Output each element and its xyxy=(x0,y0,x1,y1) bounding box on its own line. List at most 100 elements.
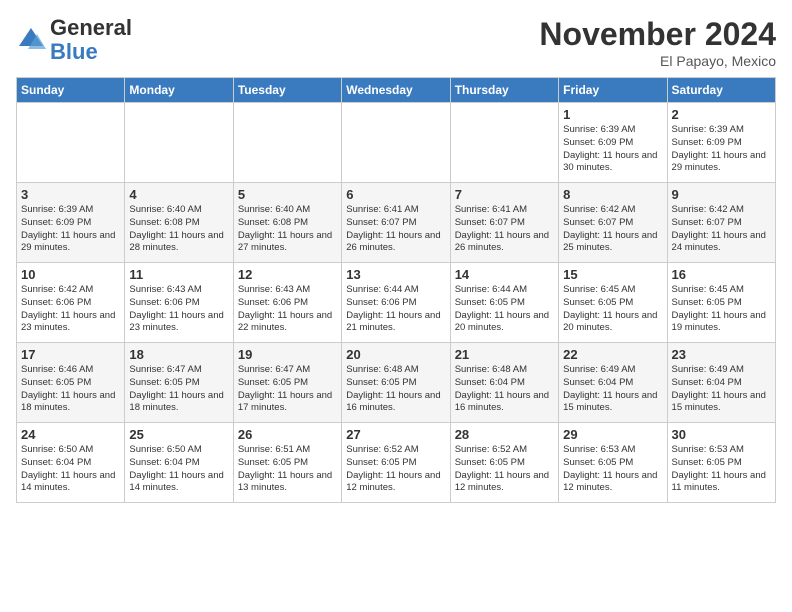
calendar-day: 14 Sunrise: 6:44 AM Sunset: 6:05 PM Dayli… xyxy=(450,263,558,343)
day-header-thursday: Thursday xyxy=(450,78,558,103)
calendar-day: 5 Sunrise: 6:40 AM Sunset: 6:08 PM Daylig… xyxy=(233,183,341,263)
day-info: Sunrise: 6:52 AM Sunset: 6:05 PM Dayligh… xyxy=(455,444,554,495)
calendar-day: 24 Sunrise: 6:50 AM Sunset: 6:04 PM Dayli… xyxy=(17,423,125,503)
calendar-day: 6 Sunrise: 6:41 AM Sunset: 6:07 PM Daylig… xyxy=(342,183,450,263)
day-number: 5 xyxy=(238,187,337,202)
day-number: 26 xyxy=(238,427,337,442)
calendar-day: 1 Sunrise: 6:39 AM Sunset: 6:09 PM Daylig… xyxy=(559,103,667,183)
day-number: 20 xyxy=(346,347,445,362)
calendar-table: SundayMondayTuesdayWednesdayThursdayFrid… xyxy=(16,77,776,503)
day-info: Sunrise: 6:48 AM Sunset: 6:04 PM Dayligh… xyxy=(455,364,554,415)
day-info: Sunrise: 6:42 AM Sunset: 6:07 PM Dayligh… xyxy=(563,204,662,255)
calendar-day xyxy=(450,103,558,183)
calendar-day: 2 Sunrise: 6:39 AM Sunset: 6:09 PM Daylig… xyxy=(667,103,775,183)
calendar-day: 23Sunrise: 6:49 AM Sunset: 6:04 PM Dayli… xyxy=(667,343,775,423)
day-number: 4 xyxy=(129,187,228,202)
day-number: 27 xyxy=(346,427,445,442)
day-info: Sunrise: 6:40 AM Sunset: 6:08 PM Dayligh… xyxy=(129,204,228,255)
calendar-day xyxy=(17,103,125,183)
calendar-week-3: 17 Sunrise: 6:46 AM Sunset: 6:05 PM Dayli… xyxy=(17,343,776,423)
page-header: GeneralBlue November 2024 El Papayo, Mex… xyxy=(16,16,776,69)
calendar-day: 4 Sunrise: 6:40 AM Sunset: 6:08 PM Daylig… xyxy=(125,183,233,263)
day-number: 24 xyxy=(21,427,120,442)
calendar-day: 21 Sunrise: 6:48 AM Sunset: 6:04 PM Dayli… xyxy=(450,343,558,423)
calendar-day: 9Sunrise: 6:42 AM Sunset: 6:07 PM Daylig… xyxy=(667,183,775,263)
calendar-week-1: 3Sunrise: 6:39 AM Sunset: 6:09 PM Daylig… xyxy=(17,183,776,263)
day-number: 18 xyxy=(129,347,228,362)
calendar-header-row: SundayMondayTuesdayWednesdayThursdayFrid… xyxy=(17,78,776,103)
day-number: 2 xyxy=(672,107,771,122)
calendar-day: 28 Sunrise: 6:52 AM Sunset: 6:05 PM Dayli… xyxy=(450,423,558,503)
day-header-wednesday: Wednesday xyxy=(342,78,450,103)
calendar-day: 13Sunrise: 6:44 AM Sunset: 6:06 PM Dayli… xyxy=(342,263,450,343)
day-number: 12 xyxy=(238,267,337,282)
calendar-day: 12 Sunrise: 6:43 AM Sunset: 6:06 PM Dayli… xyxy=(233,263,341,343)
calendar-day: 29 Sunrise: 6:53 AM Sunset: 6:05 PM Dayli… xyxy=(559,423,667,503)
day-number: 29 xyxy=(563,427,662,442)
day-number: 6 xyxy=(346,187,445,202)
day-number: 15 xyxy=(563,267,662,282)
day-number: 14 xyxy=(455,267,554,282)
day-info: Sunrise: 6:45 AM Sunset: 6:05 PM Dayligh… xyxy=(563,284,662,335)
day-info: Sunrise: 6:39 AM Sunset: 6:09 PM Dayligh… xyxy=(21,204,120,255)
title-block: November 2024 El Papayo, Mexico xyxy=(539,16,776,69)
calendar-body: 1 Sunrise: 6:39 AM Sunset: 6:09 PM Daylig… xyxy=(17,103,776,503)
calendar-week-2: 10 Sunrise: 6:42 AM Sunset: 6:06 PM Dayli… xyxy=(17,263,776,343)
day-info: Sunrise: 6:40 AM Sunset: 6:08 PM Dayligh… xyxy=(238,204,337,255)
day-info: Sunrise: 6:42 AM Sunset: 6:06 PM Dayligh… xyxy=(21,284,120,335)
day-number: 11 xyxy=(129,267,228,282)
day-number: 16 xyxy=(672,267,771,282)
day-info: Sunrise: 6:48 AM Sunset: 6:05 PM Dayligh… xyxy=(346,364,445,415)
day-info: Sunrise: 6:50 AM Sunset: 6:04 PM Dayligh… xyxy=(21,444,120,495)
day-number: 19 xyxy=(238,347,337,362)
calendar-week-4: 24 Sunrise: 6:50 AM Sunset: 6:04 PM Dayli… xyxy=(17,423,776,503)
day-info: Sunrise: 6:49 AM Sunset: 6:04 PM Dayligh… xyxy=(563,364,662,415)
calendar-day: 18 Sunrise: 6:47 AM Sunset: 6:05 PM Dayli… xyxy=(125,343,233,423)
calendar-day: 22 Sunrise: 6:49 AM Sunset: 6:04 PM Dayli… xyxy=(559,343,667,423)
day-info: Sunrise: 6:47 AM Sunset: 6:05 PM Dayligh… xyxy=(129,364,228,415)
day-header-friday: Friday xyxy=(559,78,667,103)
day-info: Sunrise: 6:43 AM Sunset: 6:06 PM Dayligh… xyxy=(238,284,337,335)
day-header-saturday: Saturday xyxy=(667,78,775,103)
calendar-day: 7 Sunrise: 6:41 AM Sunset: 6:07 PM Daylig… xyxy=(450,183,558,263)
day-info: Sunrise: 6:39 AM Sunset: 6:09 PM Dayligh… xyxy=(672,124,771,175)
calendar-day: 17 Sunrise: 6:46 AM Sunset: 6:05 PM Dayli… xyxy=(17,343,125,423)
calendar-day: 8 Sunrise: 6:42 AM Sunset: 6:07 PM Daylig… xyxy=(559,183,667,263)
day-info: Sunrise: 6:39 AM Sunset: 6:09 PM Dayligh… xyxy=(563,124,662,175)
day-number: 1 xyxy=(563,107,662,122)
day-info: Sunrise: 6:41 AM Sunset: 6:07 PM Dayligh… xyxy=(455,204,554,255)
day-info: Sunrise: 6:50 AM Sunset: 6:04 PM Dayligh… xyxy=(129,444,228,495)
day-info: Sunrise: 6:41 AM Sunset: 6:07 PM Dayligh… xyxy=(346,204,445,255)
day-number: 21 xyxy=(455,347,554,362)
day-info: Sunrise: 6:52 AM Sunset: 6:05 PM Dayligh… xyxy=(346,444,445,495)
day-header-monday: Monday xyxy=(125,78,233,103)
day-info: Sunrise: 6:53 AM Sunset: 6:05 PM Dayligh… xyxy=(563,444,662,495)
day-number: 7 xyxy=(455,187,554,202)
calendar-day: 26 Sunrise: 6:51 AM Sunset: 6:05 PM Dayli… xyxy=(233,423,341,503)
day-info: Sunrise: 6:44 AM Sunset: 6:05 PM Dayligh… xyxy=(455,284,554,335)
day-info: Sunrise: 6:42 AM Sunset: 6:07 PM Dayligh… xyxy=(672,204,771,255)
day-number: 10 xyxy=(21,267,120,282)
calendar-day: 15 Sunrise: 6:45 AM Sunset: 6:05 PM Dayli… xyxy=(559,263,667,343)
calendar-day: 25Sunrise: 6:50 AM Sunset: 6:04 PM Dayli… xyxy=(125,423,233,503)
calendar-week-0: 1 Sunrise: 6:39 AM Sunset: 6:09 PM Daylig… xyxy=(17,103,776,183)
logo-icon xyxy=(16,25,46,55)
day-number: 13 xyxy=(346,267,445,282)
calendar-day: 30Sunrise: 6:53 AM Sunset: 6:05 PM Dayli… xyxy=(667,423,775,503)
month-title: November 2024 xyxy=(539,16,776,53)
day-number: 28 xyxy=(455,427,554,442)
calendar-day: 3Sunrise: 6:39 AM Sunset: 6:09 PM Daylig… xyxy=(17,183,125,263)
day-info: Sunrise: 6:51 AM Sunset: 6:05 PM Dayligh… xyxy=(238,444,337,495)
calendar-day: 19Sunrise: 6:47 AM Sunset: 6:05 PM Dayli… xyxy=(233,343,341,423)
day-number: 8 xyxy=(563,187,662,202)
day-info: Sunrise: 6:45 AM Sunset: 6:05 PM Dayligh… xyxy=(672,284,771,335)
logo-text: GeneralBlue xyxy=(50,16,132,64)
day-number: 22 xyxy=(563,347,662,362)
calendar-day xyxy=(342,103,450,183)
calendar-day xyxy=(233,103,341,183)
day-number: 17 xyxy=(21,347,120,362)
logo: GeneralBlue xyxy=(16,16,132,64)
day-info: Sunrise: 6:43 AM Sunset: 6:06 PM Dayligh… xyxy=(129,284,228,335)
day-info: Sunrise: 6:46 AM Sunset: 6:05 PM Dayligh… xyxy=(21,364,120,415)
day-header-sunday: Sunday xyxy=(17,78,125,103)
